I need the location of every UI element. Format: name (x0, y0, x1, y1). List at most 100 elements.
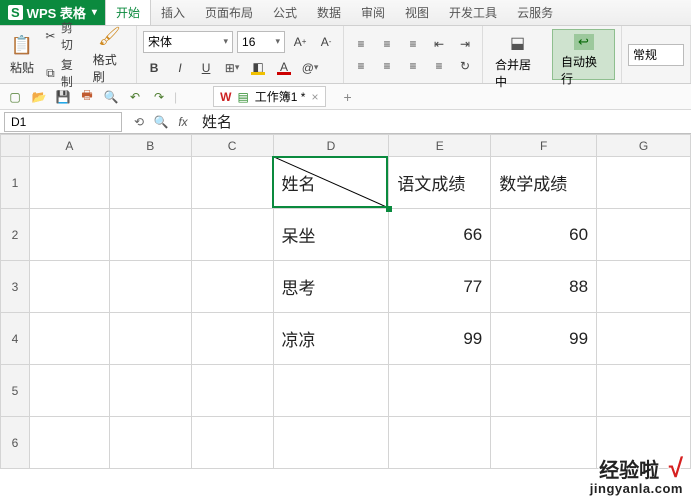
underline-button[interactable]: U (195, 57, 217, 79)
select-all-corner[interactable] (1, 135, 30, 157)
cell-D1[interactable]: 姓名 (273, 157, 389, 209)
new-tab-button[interactable]: + (344, 89, 352, 105)
cell-G4[interactable] (597, 313, 691, 365)
menu-tab-6[interactable]: 视图 (395, 0, 439, 25)
italic-button[interactable]: I (169, 57, 191, 79)
cell-F2[interactable]: 60 (491, 209, 597, 261)
column-header[interactable]: B (109, 135, 191, 157)
cell-F1[interactable]: 数学成绩 (491, 157, 597, 209)
cell-D5[interactable] (273, 365, 389, 417)
align-center-button[interactable]: ≡ (376, 55, 398, 77)
menu-tab-8[interactable]: 云服务 (507, 0, 563, 25)
increase-font-button[interactable]: A+ (289, 31, 311, 53)
row-header[interactable]: 2 (1, 209, 30, 261)
cell-C6[interactable] (191, 417, 273, 469)
format-painter-button[interactable]: 🖌 格式刷 (89, 23, 130, 87)
cell-G3[interactable] (597, 261, 691, 313)
cell-C4[interactable] (191, 313, 273, 365)
decrease-font-button[interactable]: A- (315, 31, 337, 53)
save-button[interactable]: 💾 (54, 88, 72, 106)
font-size-select[interactable]: 16 ▾ (237, 31, 285, 53)
cell-B4[interactable] (109, 313, 191, 365)
print-button[interactable]: 🖶 (78, 88, 96, 106)
indent-decrease-button[interactable]: ⇤ (428, 33, 450, 55)
cell-C3[interactable] (191, 261, 273, 313)
cell-B6[interactable] (109, 417, 191, 469)
menu-tab-2[interactable]: 页面布局 (195, 0, 263, 25)
align-middle-button[interactable]: ≡ (376, 33, 398, 55)
row-header[interactable]: 3 (1, 261, 30, 313)
fill-color-button[interactable]: ◧ (247, 57, 269, 79)
cell-C5[interactable] (191, 365, 273, 417)
row-header[interactable]: 1 (1, 157, 30, 209)
row-header[interactable]: 5 (1, 365, 30, 417)
close-tab-button[interactable]: × (311, 90, 318, 104)
cell-C1[interactable] (191, 157, 273, 209)
row-header[interactable]: 4 (1, 313, 30, 365)
align-left-button[interactable]: ≡ (350, 55, 372, 77)
copy-button[interactable]: ⧉ 复制 (44, 56, 83, 90)
formula-input[interactable]: 姓名 (196, 111, 691, 132)
cell-A6[interactable] (29, 417, 109, 469)
cell-D3[interactable]: 思考 (273, 261, 389, 313)
justify-button[interactable]: ≡ (428, 55, 450, 77)
merge-center-button[interactable]: ⬓ 合并居中 (489, 29, 546, 80)
menu-tab-5[interactable]: 审阅 (351, 0, 395, 25)
border-button[interactable]: ⊞▾ (221, 57, 243, 79)
align-top-button[interactable]: ≡ (350, 33, 372, 55)
cell-D4[interactable]: 凉凉 (273, 313, 389, 365)
bold-button[interactable]: B (143, 57, 165, 79)
cell-B3[interactable] (109, 261, 191, 313)
name-box[interactable]: D1 (4, 112, 122, 132)
cell-F5[interactable] (491, 365, 597, 417)
column-header[interactable]: C (191, 135, 273, 157)
cell-E5[interactable] (389, 365, 491, 417)
cell-A5[interactable] (29, 365, 109, 417)
document-tab[interactable]: W ▤ 工作簿1 * × (213, 86, 325, 107)
undo-button[interactable]: ↶ (126, 88, 144, 106)
cell-G2[interactable] (597, 209, 691, 261)
cancel-formula-button[interactable]: ⟲ (130, 113, 148, 131)
cell-B1[interactable] (109, 157, 191, 209)
cell-A3[interactable] (29, 261, 109, 313)
column-header[interactable]: E (389, 135, 491, 157)
cell-A2[interactable] (29, 209, 109, 261)
cell-A1[interactable] (29, 157, 109, 209)
align-bottom-button[interactable]: ≡ (402, 33, 424, 55)
column-header[interactable]: A (29, 135, 109, 157)
cell-A4[interactable] (29, 313, 109, 365)
cell-F4[interactable]: 99 (491, 313, 597, 365)
row-header[interactable]: 6 (1, 417, 30, 469)
cell-E1[interactable]: 语文成绩 (389, 157, 491, 209)
cell-E3[interactable]: 77 (389, 261, 491, 313)
cell-D6[interactable] (273, 417, 389, 469)
column-header[interactable]: F (491, 135, 597, 157)
new-doc-button[interactable]: ▢ (6, 88, 24, 106)
cell-B5[interactable] (109, 365, 191, 417)
print-preview-button[interactable]: 🔍 (102, 88, 120, 106)
enter-formula-button[interactable]: 🔍 (152, 113, 170, 131)
font-color-button[interactable]: A (273, 57, 295, 79)
column-header[interactable]: D (273, 135, 389, 157)
redo-button[interactable]: ↷ (150, 88, 168, 106)
menu-tab-3[interactable]: 公式 (263, 0, 307, 25)
paste-button[interactable]: 📋 粘贴 (6, 31, 38, 78)
menu-tab-1[interactable]: 插入 (151, 0, 195, 25)
orientation-button[interactable]: ↻ (454, 55, 476, 77)
cell-D2[interactable]: 呆坐 (273, 209, 389, 261)
menu-tab-4[interactable]: 数据 (307, 0, 351, 25)
cell-F6[interactable] (491, 417, 597, 469)
font-name-select[interactable]: 宋体 ▾ (143, 31, 233, 53)
align-right-button[interactable]: ≡ (402, 55, 424, 77)
cell-C2[interactable] (191, 209, 273, 261)
cell-E4[interactable]: 99 (389, 313, 491, 365)
cell-G5[interactable] (597, 365, 691, 417)
menu-tab-7[interactable]: 开发工具 (439, 0, 507, 25)
cell-G1[interactable] (597, 157, 691, 209)
number-format-select[interactable]: 常规 (628, 44, 684, 66)
cell-B2[interactable] (109, 209, 191, 261)
indent-increase-button[interactable]: ⇥ (454, 33, 476, 55)
fill-handle[interactable] (386, 206, 392, 212)
open-button[interactable]: 📂 (30, 88, 48, 106)
wrap-text-button[interactable]: ↩ 自动换行 (552, 29, 615, 80)
